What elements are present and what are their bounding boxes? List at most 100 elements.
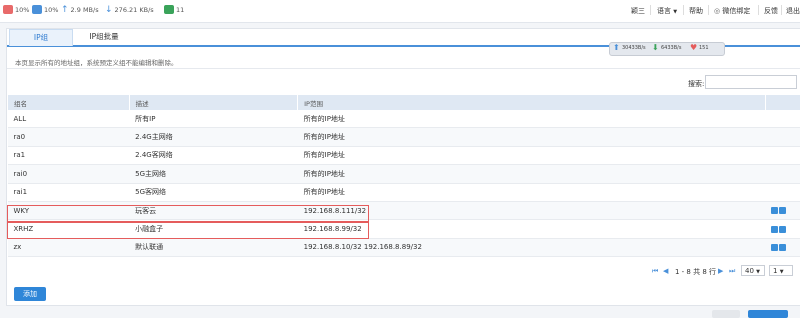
table-row: ra0 2.4G主网络 所有的IP地址 [8,128,800,146]
divider [7,68,800,69]
user-menu[interactable]: 颖三 [631,6,645,16]
cell-name: zx [8,238,130,256]
cell-actions [765,128,800,146]
first-page-icon[interactable]: ⏮ [652,267,658,276]
cell-description: 所有IP [129,110,297,128]
cell-name: ra1 [8,146,130,164]
cell-description: 玩客云 [129,201,297,219]
table-row: ALL 所有IP 所有的IP地址 [8,110,800,128]
cell-name: WKY [8,201,130,219]
upload-stat: ↑ 2.9 MB/s [61,5,99,15]
cell-actions [765,220,800,238]
ip-group-table: 组名 描述 IP范围 ALL 所有IP 所有的IP地址 ra0 2.4G主网络 … [7,95,800,257]
table-row: WKY 玩客云 192.168.8.111/32 [8,201,800,219]
cell-ip-range: 所有的IP地址 [298,146,765,164]
cell-name: rai1 [8,183,130,201]
cell-description: 默认联通 [129,238,297,256]
heart-icon: ♥ [690,43,697,52]
chevron-down-icon: ▼ [780,269,784,275]
edit-icon[interactable] [771,207,778,214]
traffic-down-value: 6433B/s [661,45,681,51]
edit-icon[interactable] [771,244,778,251]
cpu-stat: 10% [3,5,29,14]
cell-ip-range: 192.168.8.99/32 [298,220,765,238]
tab-ip-group[interactable]: IP组 [9,29,73,46]
cell-actions [765,183,800,201]
page-select[interactable]: 1 ▼ [769,265,793,276]
search-label: 搜索: [688,79,704,89]
cpu-value: 10% [15,6,29,14]
delete-icon[interactable] [779,244,786,251]
upload-traffic-icon: ⬆ [613,43,620,52]
traffic-count-value: 151 [699,45,709,51]
cell-actions [765,201,800,219]
tab-ip-group-batch[interactable]: IP组批量 [73,29,135,45]
cell-ip-range: 所有的IP地址 [298,110,765,128]
table-row: zx 默认联通 192.168.8.10/32 192.168.8.89/32 [8,238,800,256]
cell-name: rai0 [8,165,130,183]
wechat-icon: ◎ [714,7,720,15]
column-header-actions [765,95,800,110]
mem-value: 10% [44,6,58,14]
connections-stat: 11 [164,5,184,14]
cell-description: 2.4G主网络 [129,128,297,146]
cell-ip-range: 所有的IP地址 [298,165,765,183]
table-row: XRHZ 小融盒子 192.168.8.99/32 [8,220,800,238]
delete-icon[interactable] [779,226,786,233]
traffic-up-value: 30433B/s [622,45,646,51]
page-notice: 本页显示所有的地址组，系统预定义组不能编辑和删除。 [15,57,178,67]
column-header-ip-range[interactable]: IP范围 [298,95,765,110]
connections-icon [164,5,174,14]
last-page-icon[interactable]: ⏭ [729,267,735,276]
chevron-down-icon: ▼ [756,269,760,275]
language-menu[interactable]: 语言 ▼ [657,6,677,16]
table-header-row: 组名 描述 IP范围 [8,95,800,110]
connections-value: 11 [176,6,184,14]
cell-ip-range: 所有的IP地址 [298,128,765,146]
page-size-select[interactable]: 40 ▼ [741,265,765,276]
top-bar: 10% 10% ↑ 2.9 MB/s ↓ 276.21 KB/s 11 颖三 语… [0,0,800,23]
cell-name: XRHZ [8,220,130,238]
logout-link[interactable]: 退出 [786,6,800,16]
prev-page-icon[interactable]: ◀ [663,267,668,275]
memory-icon [32,5,42,14]
cell-actions [765,165,800,183]
cell-ip-range: 所有的IP地址 [298,183,765,201]
column-header-name[interactable]: 组名 [8,95,130,110]
bottom-button[interactable] [712,310,740,318]
download-value: 276.21 KB/s [115,6,154,14]
cell-ip-range: 192.168.8.10/32 192.168.8.89/32 [298,238,765,256]
column-header-description[interactable]: 描述 [129,95,297,110]
bottom-button[interactable] [748,310,788,318]
upload-arrow-icon: ↑ [61,5,69,15]
cell-name: ra0 [8,128,130,146]
delete-icon[interactable] [779,207,786,214]
help-link[interactable]: 帮助 [689,6,703,16]
add-button[interactable]: 添加 [14,287,46,301]
feedback-link[interactable]: 反馈 [764,6,778,16]
cpu-icon [3,5,13,14]
traffic-widget: ⬆ 30433B/s ⬇ 6433B/s ♥ 151 [609,42,725,56]
cell-actions [765,110,800,128]
upload-value: 2.9 MB/s [71,6,99,14]
main-panel: IP组 IP组批量 ⬆ 30433B/s ⬇ 6433B/s ♥ 151 本页显… [6,28,800,306]
download-arrow-icon: ↓ [105,5,113,15]
wechat-bind-link[interactable]: ◎ 微信绑定 [714,6,750,16]
wechat-label: 微信绑定 [722,7,750,15]
language-label: 语言 [657,7,671,15]
cell-description: 5G客网络 [129,183,297,201]
table-row: rai0 5G主网络 所有的IP地址 [8,165,800,183]
cell-actions [765,238,800,256]
cell-description: 小融盒子 [129,220,297,238]
table-row: rai1 5G客网络 所有的IP地址 [8,183,800,201]
edit-icon[interactable] [771,226,778,233]
page-value: 1 [773,267,777,275]
search-input[interactable] [705,75,797,89]
download-stat: ↓ 276.21 KB/s [105,5,154,15]
pager-info: 1 - 8 共 8 行 [675,267,716,277]
cell-description: 5G主网络 [129,165,297,183]
cell-description: 2.4G客网络 [129,146,297,164]
table-row: ra1 2.4G客网络 所有的IP地址 [8,146,800,164]
next-page-icon[interactable]: ▶ [718,267,723,275]
cell-name: ALL [8,110,130,128]
